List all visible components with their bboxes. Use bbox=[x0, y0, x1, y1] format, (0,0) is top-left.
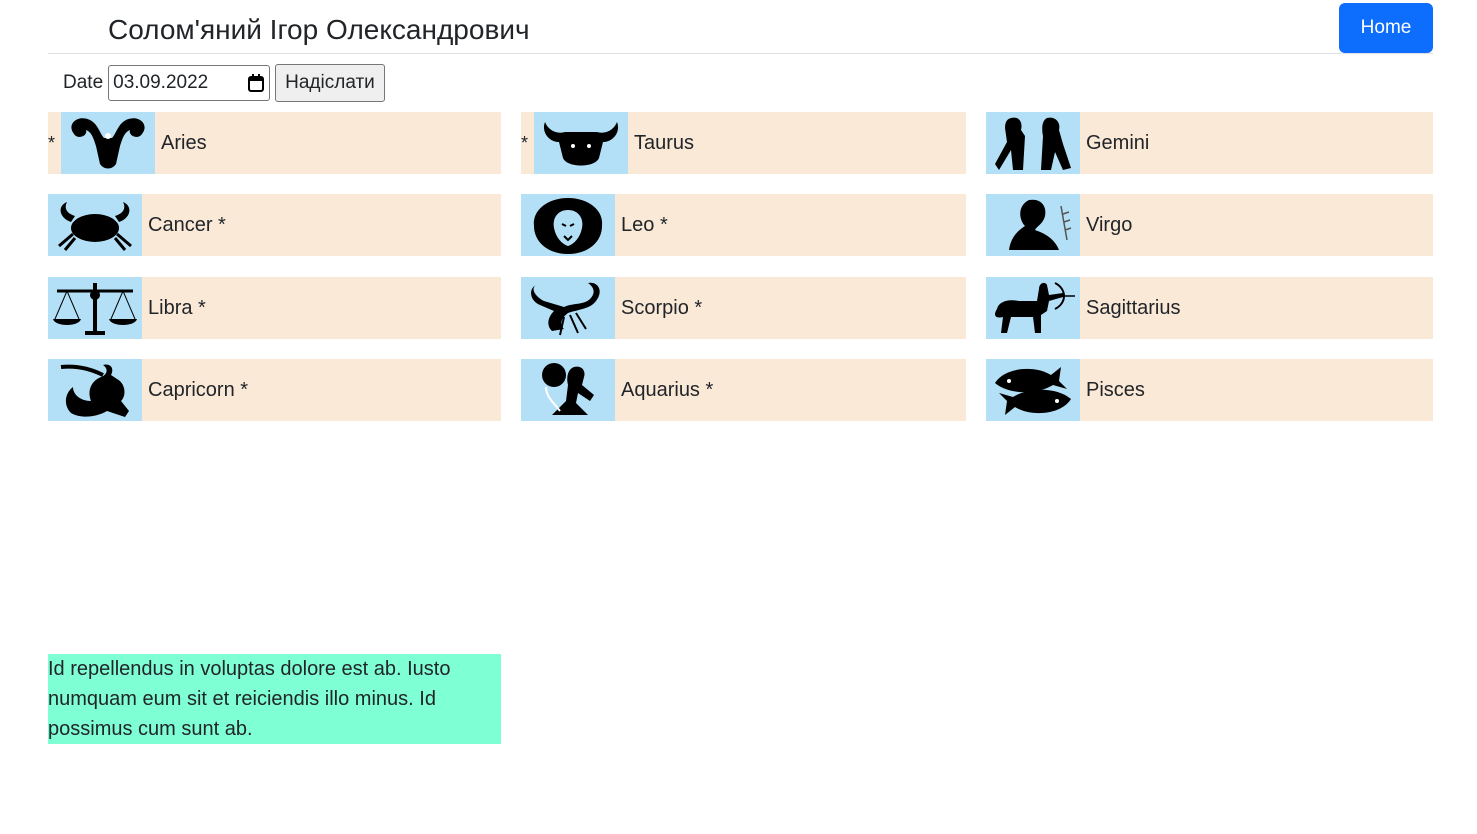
capricorn-icon bbox=[48, 359, 142, 421]
sign-name: Capricorn * bbox=[148, 378, 249, 401]
sign-tile-libra[interactable]: Libra * bbox=[48, 277, 501, 339]
virgo-icon bbox=[986, 194, 1080, 256]
sagittarius-icon bbox=[986, 277, 1080, 339]
submit-button[interactable]: Надіслати bbox=[275, 64, 385, 102]
sign-name: Taurus bbox=[634, 131, 695, 154]
star-marker: * bbox=[659, 213, 668, 236]
sign-tile-sagittarius[interactable]: Sagittarius bbox=[986, 277, 1433, 339]
date-form: Date 03.09.2022 Надіслати bbox=[63, 64, 385, 102]
date-label: Date bbox=[63, 72, 104, 93]
taurus-icon bbox=[534, 112, 628, 174]
star-marker: * bbox=[218, 213, 226, 236]
sign-name: Libra * bbox=[148, 296, 206, 319]
page-title: Солом'яний Ігор Олександрович bbox=[108, 14, 530, 45]
date-value: 03.09.2022 bbox=[113, 72, 209, 93]
sign-name: Cancer * bbox=[148, 213, 226, 236]
star-marker: * bbox=[705, 378, 714, 401]
sign-tile-scorpio[interactable]: Scorpio * bbox=[521, 277, 966, 339]
sign-name: Sagittarius bbox=[1086, 296, 1181, 319]
sign-name: Pisces bbox=[1086, 378, 1145, 401]
sign-tile-taurus[interactable]: * Taurus bbox=[521, 112, 966, 174]
sign-tile-aquarius[interactable]: Aquarius * bbox=[521, 359, 966, 421]
sign-tile-pisces[interactable]: Pisces bbox=[986, 359, 1433, 421]
leo-icon bbox=[521, 194, 615, 256]
star-marker: * bbox=[521, 132, 529, 153]
sign-tile-gemini[interactable]: Gemini bbox=[986, 112, 1433, 174]
gemini-icon bbox=[986, 112, 1080, 174]
pisces-icon bbox=[986, 359, 1080, 421]
aries-icon bbox=[61, 112, 155, 174]
sign-tile-virgo[interactable]: Virgo bbox=[986, 194, 1433, 256]
date-input[interactable]: 03.09.2022 bbox=[108, 65, 271, 101]
scorpio-icon bbox=[521, 277, 615, 339]
star-marker: * bbox=[240, 378, 249, 401]
sign-name: Gemini bbox=[1086, 131, 1150, 154]
sign-name: Leo * bbox=[621, 213, 668, 236]
sign-tile-leo[interactable]: Leo * bbox=[521, 194, 966, 256]
cancer-icon bbox=[48, 194, 142, 256]
page-header: Солом'яний Ігор Олександрович Home bbox=[48, 0, 1433, 54]
star-marker: * bbox=[48, 132, 56, 153]
sign-tile-cancer[interactable]: Cancer * bbox=[48, 194, 501, 256]
sign-name: Virgo bbox=[1086, 213, 1133, 236]
aquarius-icon bbox=[521, 359, 615, 421]
description-note: Id repellendus in voluptas dolore est ab… bbox=[48, 654, 501, 744]
sign-tile-aries[interactable]: * Aries bbox=[48, 112, 501, 174]
star-marker: * bbox=[694, 296, 703, 319]
home-button[interactable]: Home bbox=[1339, 3, 1433, 53]
star-marker: * bbox=[198, 296, 206, 319]
sign-name: Aries bbox=[161, 131, 207, 154]
sign-name: Scorpio * bbox=[621, 296, 703, 319]
sign-tile-capricorn[interactable]: Capricorn * bbox=[48, 359, 501, 421]
libra-icon bbox=[48, 277, 142, 339]
sign-name: Aquarius * bbox=[621, 378, 714, 401]
calendar-icon[interactable] bbox=[248, 74, 265, 92]
